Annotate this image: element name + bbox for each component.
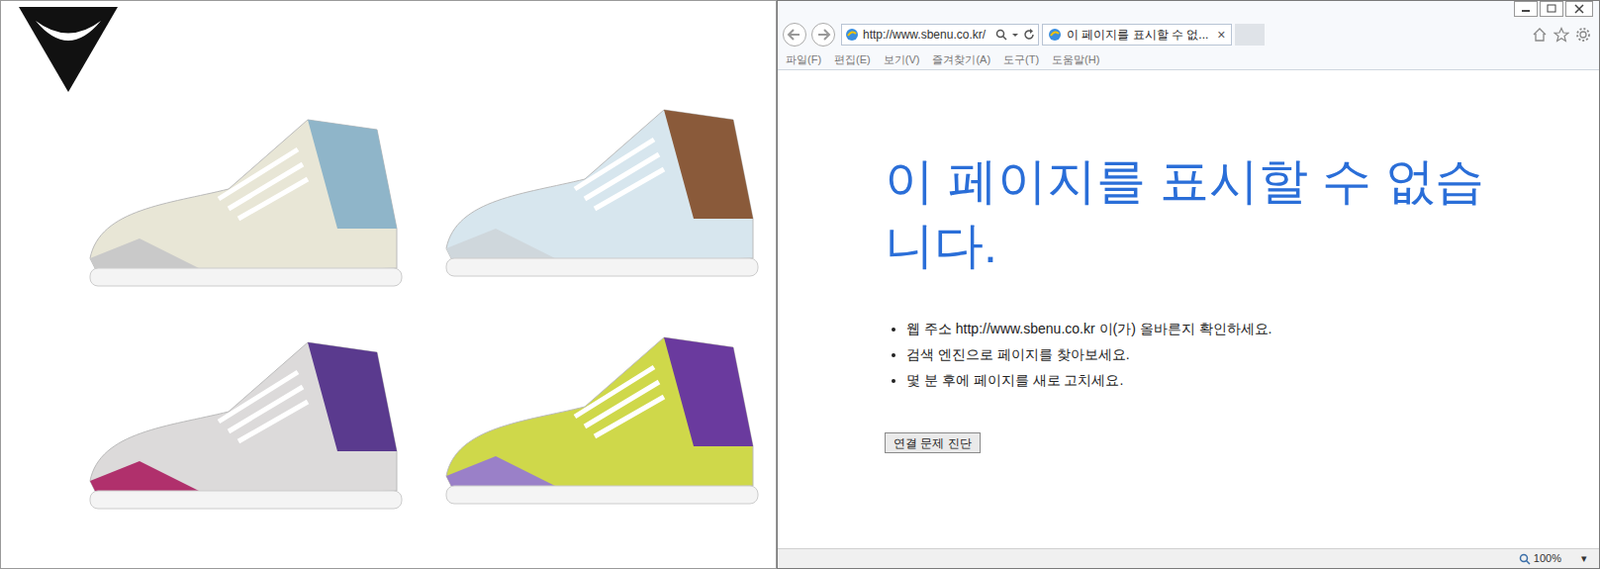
new-tab[interactable]: [1234, 23, 1265, 46]
address-bar[interactable]: http://www.sbenu.co.kr/: [841, 23, 1039, 46]
search-icon[interactable]: [995, 28, 1008, 41]
zoom-menu[interactable]: ▾: [1581, 550, 1588, 567]
navigation-bar: http://www.sbenu.co.kr/이 페이지를 표시할 수 없...…: [777, 20, 1600, 49]
close-icon[interactable]: [1565, 0, 1594, 17]
zoom-level[interactable]: 100%: [1533, 550, 1562, 567]
zoom-icon[interactable]: [1518, 553, 1531, 565]
suggestion-list: 웹 주소 http://www.sbenu.co.kr 이(가) 올바른지 확인…: [906, 315, 1580, 393]
suggestion-item: 웹 주소 http://www.sbenu.co.kr 이(가) 올바른지 확인…: [906, 315, 1580, 342]
refresh-icon[interactable]: [1023, 28, 1036, 41]
zoom-control[interactable]: 100%: [1518, 550, 1562, 567]
ie-icon: [845, 27, 859, 42]
menu-item[interactable]: 보기(V): [883, 51, 921, 69]
favorites-icon[interactable]: [1553, 26, 1570, 43]
ie-icon: [1047, 27, 1062, 42]
product-photo: [0, 0, 777, 569]
menu-item[interactable]: 파일(F): [785, 51, 822, 69]
tab-close[interactable]: ×: [1217, 27, 1225, 42]
tab-label[interactable]: 이 페이지를 표시할 수 없...: [1066, 25, 1209, 44]
forward-icon[interactable]: [810, 21, 837, 48]
gear-icon[interactable]: [1575, 26, 1592, 43]
menu-item[interactable]: 도구(T): [1003, 51, 1039, 69]
menu-item[interactable]: 편집(E): [834, 51, 871, 69]
menu-item[interactable]: 도움말(H): [1051, 51, 1100, 69]
dropdown-icon[interactable]: [1011, 28, 1020, 41]
home-icon[interactable]: [1531, 26, 1548, 43]
menu-item[interactable]: 즐겨찾기(A): [932, 51, 991, 69]
suggestion-item: 검색 엔진으로 페이지를 찾아보세요.: [906, 341, 1580, 368]
minimize-icon[interactable]: [1513, 0, 1538, 17]
maximize-icon[interactable]: [1539, 0, 1564, 17]
page-content: 이 페이지를 표시할 수 없습니다. 웹 주소 http://www.sbenu.…: [777, 70, 1600, 549]
back-icon[interactable]: [781, 21, 808, 48]
error-heading: 이 페이지를 표시할 수 없습니다.: [884, 149, 1499, 279]
window-controls: [777, 0, 1600, 21]
suggestion-item: 몇 분 후에 페이지를 새로 고치세요.: [906, 367, 1580, 393]
title-bar: http://www.sbenu.co.kr/이 페이지를 표시할 수 없...…: [777, 0, 1600, 51]
toolbar-icons: [1531, 26, 1592, 43]
address-text[interactable]: http://www.sbenu.co.kr/: [862, 25, 992, 44]
status-bar: 100% ▾: [777, 548, 1600, 568]
menu-bar: 파일(F) 편집(E) 보기(V) 즐겨찾기(A) 도구(T) 도움말(H): [777, 50, 1600, 71]
diagnose-button[interactable]: 연결 문제 진단: [884, 432, 981, 454]
browser-window: http://www.sbenu.co.kr/이 페이지를 표시할 수 없...…: [776, 0, 1600, 569]
browser-tab[interactable]: 이 페이지를 표시할 수 없... ×: [1041, 23, 1232, 46]
product-photo-art: [0, 0, 777, 569]
